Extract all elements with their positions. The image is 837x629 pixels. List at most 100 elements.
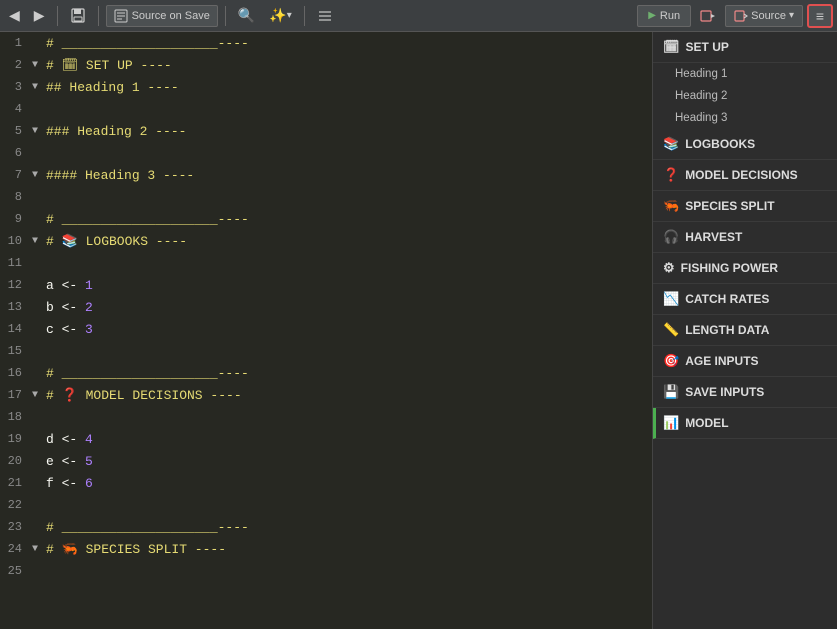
toolbar-icon-extra[interactable]: [695, 5, 721, 27]
line-number: 19: [0, 432, 28, 446]
code-line[interactable]: 10▼# 📚 LOGBOOKS ----: [0, 230, 652, 252]
separator-2: [98, 6, 99, 26]
line-content: # ____________________----: [42, 366, 249, 381]
code-line[interactable]: 9 # ____________________----: [0, 208, 652, 230]
code-line[interactable]: 2▼# 🗓 SET UP ----: [0, 54, 652, 76]
sidebar-subitem-heading-2[interactable]: Heading 2: [653, 85, 837, 107]
line-number: 12: [0, 278, 28, 292]
line-number: 20: [0, 454, 28, 468]
sidebar-subitem-heading-3[interactable]: Heading 3: [653, 107, 837, 129]
code-line[interactable]: 14c <- 3: [0, 318, 652, 340]
code-line[interactable]: 13b <- 2: [0, 296, 652, 318]
line-number: 14: [0, 322, 28, 336]
sidebar-subitem-heading-1[interactable]: Heading 1: [653, 63, 837, 85]
code-line[interactable]: 12a <- 1: [0, 274, 652, 296]
line-number: 1: [0, 36, 28, 50]
line-number: 24: [0, 542, 28, 556]
run-button[interactable]: ▶ Run: [637, 5, 691, 27]
line-content: # ____________________----: [42, 212, 249, 227]
code-line[interactable]: 16 # ____________________----: [0, 362, 652, 384]
line-number: 8: [0, 190, 28, 204]
code-line[interactable]: 15: [0, 340, 652, 362]
source-on-save-button[interactable]: Source on Save: [106, 5, 218, 27]
code-line[interactable]: 6: [0, 142, 652, 164]
code-line[interactable]: 20 e <- 5: [0, 450, 652, 472]
code-line[interactable]: 5▼### Heading 2 ----: [0, 120, 652, 142]
sidebar-item-save_inputs[interactable]: 💾SAVE INPUTS: [653, 377, 837, 408]
fold-arrow[interactable]: ▼: [28, 236, 42, 247]
fold-arrow[interactable]: ▼: [28, 544, 42, 555]
code-line[interactable]: 21 f <- 6: [0, 472, 652, 494]
line-content: f <- 6: [42, 476, 93, 491]
sidebar-item-logbooks[interactable]: 📚 LOGBOOKS: [653, 129, 837, 160]
code-line[interactable]: 17▼# ❓ MODEL DECISIONS ----: [0, 384, 652, 406]
code-line[interactable]: 11: [0, 252, 652, 274]
code-line[interactable]: 3▼## Heading 1 ----: [0, 76, 652, 98]
line-number: 11: [0, 256, 28, 270]
code-line[interactable]: 18: [0, 406, 652, 428]
code-line[interactable]: 4: [0, 98, 652, 120]
sidebar-item-species_split[interactable]: 🦐SPECIES SPLIT: [653, 191, 837, 222]
sidebar-label-harvest: HARVEST: [685, 230, 742, 244]
line-content: # 📚 LOGBOOKS ----: [42, 234, 187, 249]
fold-arrow[interactable]: ▼: [28, 390, 42, 401]
length_data-icon: 📏: [663, 322, 679, 338]
line-number: 3: [0, 80, 28, 94]
fold-arrow[interactable]: ▼: [28, 60, 42, 71]
sidebar-item-length_data[interactable]: 📏 LENGTH DATA: [653, 315, 837, 346]
logbooks-icon: 📚: [663, 136, 679, 152]
save-button[interactable]: [65, 5, 91, 27]
line-content: d <- 4: [42, 432, 93, 447]
wand-button[interactable]: ✨ ▾: [264, 5, 296, 27]
line-number: 9: [0, 212, 28, 226]
model_decisions-icon: ❓: [663, 167, 679, 183]
code-line[interactable]: 8: [0, 186, 652, 208]
line-number: 25: [0, 564, 28, 578]
sidebar-label-age_inputs: AGE INPUTS: [685, 354, 758, 368]
separator-3: [225, 6, 226, 26]
line-content: e <- 5: [42, 454, 93, 469]
back-button[interactable]: ◀: [4, 5, 25, 27]
indent-button[interactable]: [312, 5, 338, 27]
editor-pane[interactable]: 1 # ____________________---- 2▼# 🗓 SET UP …: [0, 32, 652, 629]
line-number: 15: [0, 344, 28, 358]
line-content: #### Heading 3 ----: [42, 168, 194, 183]
sidebar-label-model_decisions: MODEL DECISIONS: [685, 168, 797, 182]
source-button[interactable]: Source ▾: [725, 5, 803, 27]
species_split-icon: 🦐: [663, 198, 679, 214]
outline-button[interactable]: ≡: [807, 4, 833, 28]
sidebar-item-model[interactable]: 📊MODEL: [653, 408, 837, 439]
forward-button[interactable]: ▶: [29, 5, 50, 27]
line-number: 4: [0, 102, 28, 116]
sidebar-label-fishing_power: FISHING POWER: [681, 261, 778, 275]
line-content: b <- 2: [42, 300, 93, 315]
sidebar-label-length_data: LENGTH DATA: [685, 323, 769, 337]
sidebar-item-age_inputs[interactable]: 🎯AGE INPUTS: [653, 346, 837, 377]
sidebar-label-logbooks: LOGBOOKS: [685, 137, 755, 151]
line-content: # ____________________----: [42, 36, 249, 51]
code-line[interactable]: 1 # ____________________----: [0, 32, 652, 54]
code-line[interactable]: 25: [0, 560, 652, 582]
fold-arrow[interactable]: ▼: [28, 82, 42, 93]
outline-icon: ≡: [816, 8, 824, 24]
sidebar-item-setup[interactable]: 🗓SET UP: [653, 32, 837, 63]
fold-arrow[interactable]: ▼: [28, 170, 42, 181]
find-button[interactable]: 🔍: [233, 5, 260, 27]
sidebar-item-catch_rates[interactable]: 📉CATCH RATES: [653, 284, 837, 315]
code-line[interactable]: 22: [0, 494, 652, 516]
line-number: 18: [0, 410, 28, 424]
sidebar-item-harvest[interactable]: 🎧HARVEST: [653, 222, 837, 253]
code-line[interactable]: 23# ____________________----: [0, 516, 652, 538]
fold-arrow[interactable]: ▼: [28, 126, 42, 137]
source-label: Source: [751, 10, 786, 22]
sidebar-item-fishing_power[interactable]: ⚙FISHING POWER: [653, 253, 837, 284]
line-number: 16: [0, 366, 28, 380]
line-content: ## Heading 1 ----: [42, 80, 179, 95]
code-line[interactable]: 24▼# 🦐 SPECIES SPLIT ----: [0, 538, 652, 560]
run-icon: ▶: [648, 10, 656, 21]
code-line[interactable]: 19 d <- 4: [0, 428, 652, 450]
source-on-save-label: Source on Save: [132, 10, 210, 22]
sidebar-item-model_decisions[interactable]: ❓ MODEL DECISIONS: [653, 160, 837, 191]
line-number: 21: [0, 476, 28, 490]
code-line[interactable]: 7▼#### Heading 3 ----: [0, 164, 652, 186]
